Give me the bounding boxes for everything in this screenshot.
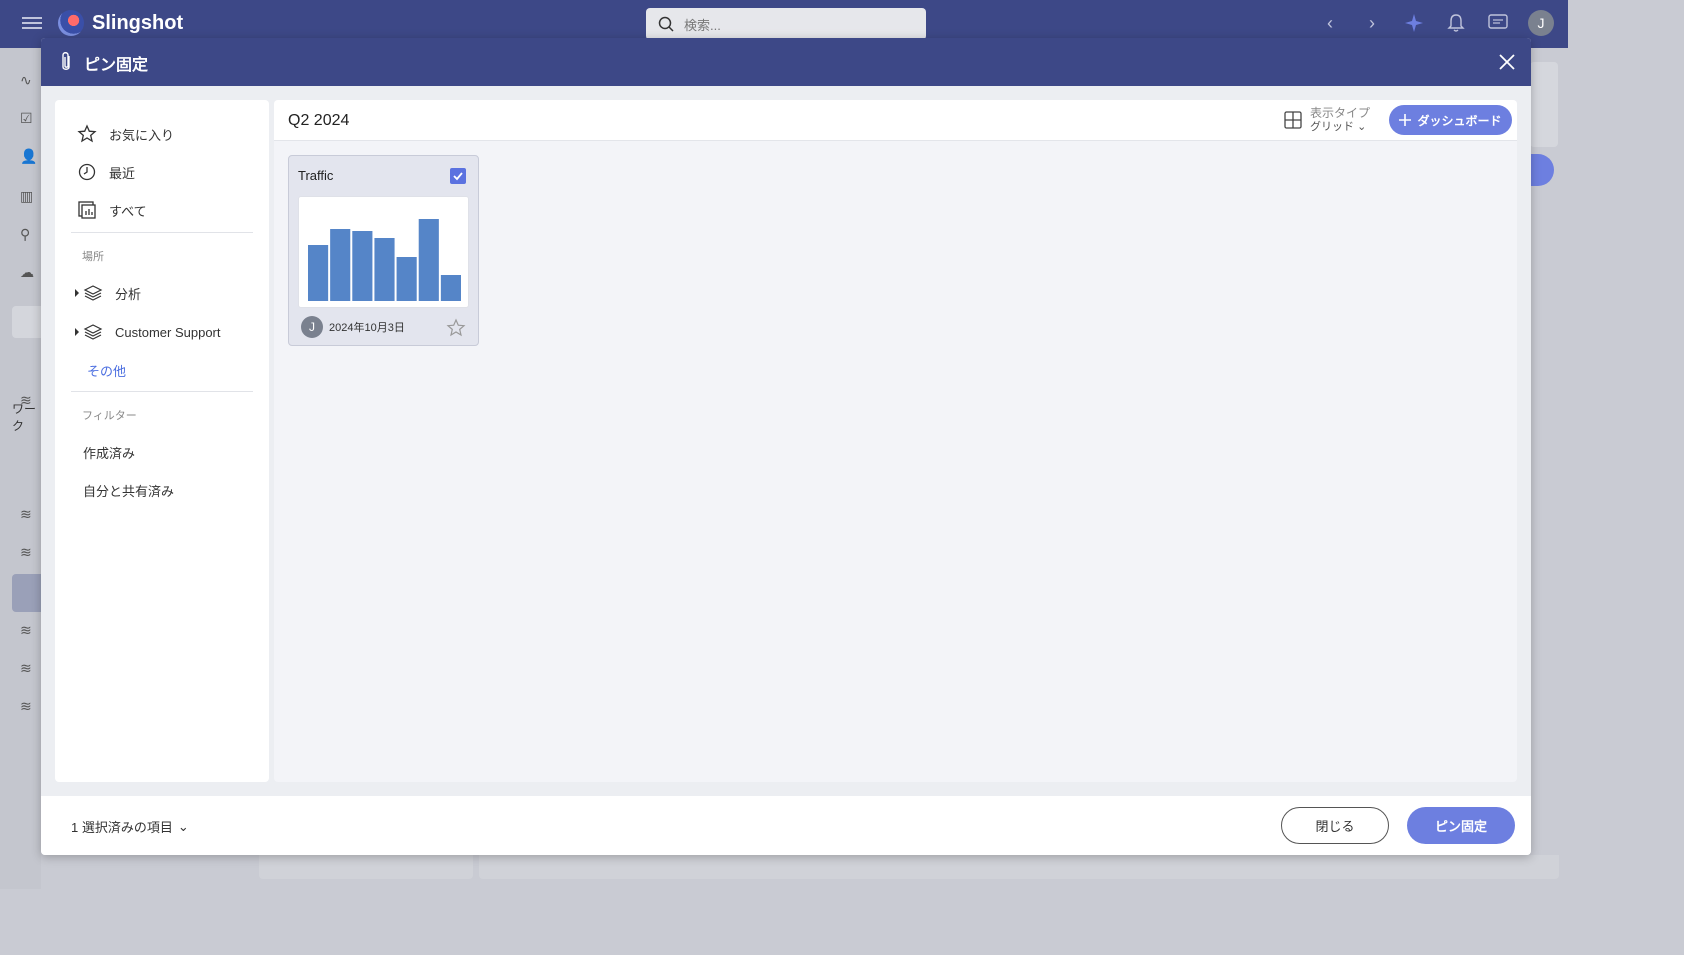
chart-bar: [418, 219, 439, 301]
background-panel: [259, 855, 473, 879]
dialog-title: ピン固定: [84, 57, 149, 74]
sidebar-item-label: 最近: [109, 165, 136, 181]
close-button[interactable]: 閉じる: [1281, 807, 1389, 844]
logo-mark-icon: [58, 10, 84, 36]
sidebar-item-favorites[interactable]: お気に入り: [77, 124, 174, 144]
cloud-icon[interactable]: ☁: [20, 264, 40, 284]
card-title: Traffic: [298, 168, 334, 183]
plus-icon: [1399, 114, 1412, 126]
pin-icon[interactable]: ⚲: [20, 226, 40, 246]
user-avatar[interactable]: J: [1528, 10, 1554, 36]
sidebar-item-all[interactable]: すべて: [77, 200, 147, 220]
grid-icon: [1284, 111, 1302, 129]
view-type-label: 表示タイプ: [1310, 106, 1371, 120]
check-icon: [453, 172, 463, 181]
sidebar-item-label: Customer Support: [115, 324, 221, 340]
app-logo[interactable]: Slingshot: [58, 10, 183, 36]
background-button: [1530, 154, 1554, 186]
sidebar-item-other[interactable]: その他: [87, 361, 126, 380]
tasks-icon[interactable]: ☑: [20, 110, 40, 130]
search-box[interactable]: 検索...: [646, 8, 926, 40]
main-header: Q2 2024 表示タイプ グリッド ⌄ ダッシュボード: [274, 100, 1517, 141]
filter-created[interactable]: 作成済み: [83, 443, 135, 462]
expand-caret-icon[interactable]: [75, 328, 79, 336]
sidebar-item-label: 分析: [115, 286, 142, 302]
selected-items-label: 1 選択済みの項目: [71, 820, 173, 835]
location-caption: 場所: [82, 251, 104, 263]
app-name: Slingshot: [92, 11, 184, 34]
rail-search-box[interactable]: [12, 306, 41, 338]
sidebar-item-workspace-customer-support[interactable]: Customer Support: [75, 322, 221, 342]
activity-icon[interactable]: ∿: [20, 72, 40, 92]
expand-caret-icon[interactable]: [75, 289, 79, 297]
bell-icon[interactable]: [1444, 10, 1468, 36]
sidebar-item-label: すべて: [109, 203, 147, 219]
view-type-selector[interactable]: 表示タイプ グリッド ⌄: [1284, 106, 1370, 134]
rail-selected-item[interactable]: [12, 574, 41, 612]
layers-icon[interactable]: ≋: [20, 622, 40, 642]
paperclip-icon: [62, 52, 70, 70]
forward-icon[interactable]: ›: [1360, 10, 1384, 36]
filter-caption: フィルター: [82, 410, 137, 422]
chat-icon[interactable]: [1486, 10, 1510, 36]
close-icon[interactable]: [1497, 52, 1517, 72]
star-icon: [77, 124, 97, 143]
card-date: 2024年10月3日: [329, 322, 405, 334]
layers-icon[interactable]: ≋: [20, 544, 40, 564]
add-dashboard-label: ダッシュボード: [1417, 113, 1502, 128]
selected-items-dropdown[interactable]: 1 選択済みの項目 ⌄: [71, 817, 189, 836]
dialog-header: ピン固定: [41, 38, 1531, 86]
chart-icon[interactable]: ▥: [20, 188, 40, 208]
pin-button[interactable]: ピン固定: [1407, 807, 1515, 844]
layers-icon[interactable]: ≋: [20, 660, 40, 680]
filter-shared-with-me[interactable]: 自分と共有済み: [83, 481, 174, 500]
favorite-star-icon[interactable]: [446, 318, 466, 338]
search-icon: [658, 16, 674, 32]
dashboards-icon: [78, 201, 96, 219]
search-input[interactable]: 検索...: [684, 15, 721, 34]
back-icon[interactable]: ‹: [1318, 10, 1342, 36]
add-dashboard-button[interactable]: ダッシュボード: [1389, 105, 1512, 135]
sidebar-item-workspace-analysis[interactable]: 分析: [75, 283, 141, 303]
dialog-main: Q2 2024 表示タイプ グリッド ⌄ ダッシュボード Traffic J 2…: [274, 100, 1517, 782]
background-panel: [1530, 62, 1558, 147]
divider: [71, 391, 253, 392]
nav-rail: ∿ ☑ 👤 ▥ ⚲ ☁ ワーク ≋ ≋ ≋ ≋ ≋ ≋: [0, 48, 41, 889]
layers-icon[interactable]: ≋: [20, 698, 40, 718]
divider: [71, 232, 253, 233]
chart-bar: [308, 245, 329, 301]
chevron-down-icon: ⌄: [1357, 121, 1367, 133]
clock-icon: [78, 163, 96, 181]
chart-bar: [374, 238, 395, 301]
layers-icon[interactable]: ≋: [20, 506, 40, 526]
chart-bar: [352, 231, 373, 301]
chart-bar: [330, 229, 351, 301]
layers-icon[interactable]: ≋: [20, 392, 40, 412]
background-panel: [479, 855, 1559, 879]
sidebar-item-label: お気に入り: [109, 127, 175, 143]
dialog-footer: 1 選択済みの項目 ⌄ 閉じる ピン固定: [41, 796, 1531, 855]
folder-title: Q2 2024: [288, 112, 350, 129]
view-type-value: グリッド: [1310, 121, 1354, 133]
chevron-down-icon: ⌄: [177, 818, 189, 834]
chart-bar: [396, 257, 417, 301]
menu-icon[interactable]: [22, 14, 42, 34]
dashboard-card[interactable]: Traffic J 2024年10月3日: [288, 155, 479, 346]
layers-icon: [83, 285, 103, 301]
dialog-sidebar: お気に入り 最近 すべて 場所 分析 Customer Support その他 …: [55, 100, 269, 782]
layers-icon: [83, 324, 103, 340]
card-thumbnail: [298, 196, 469, 308]
thumbnail-bar-chart: [308, 219, 461, 301]
owner-avatar: J: [301, 316, 323, 338]
sidebar-item-recent[interactable]: 最近: [77, 162, 135, 182]
pin-dialog: ピン固定 お気に入り 最近 すべて 場所 分析 Customer Support…: [41, 38, 1531, 855]
card-checkbox[interactable]: [450, 168, 466, 184]
ai-sparkle-icon[interactable]: [1402, 10, 1426, 36]
chart-bar: [440, 275, 461, 301]
users-icon[interactable]: 👤: [20, 148, 40, 168]
